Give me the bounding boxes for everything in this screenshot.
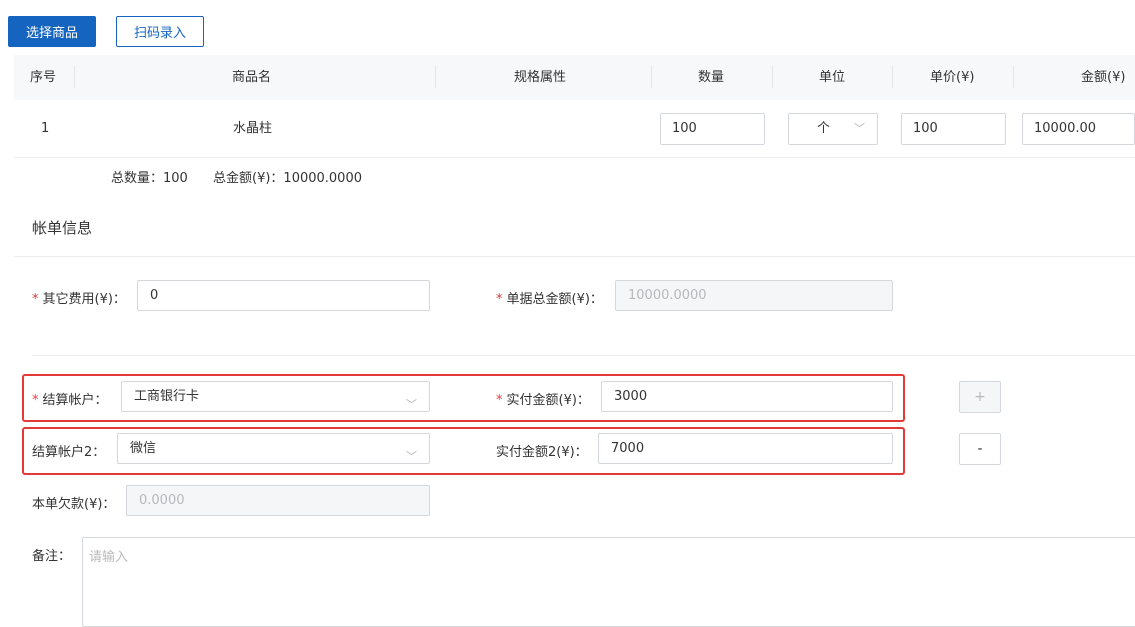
column-divider <box>892 66 893 88</box>
header-spec: 规格属性 <box>514 70 567 85</box>
account1-value: 工商银行卡 <box>134 389 200 404</box>
row-qty-input[interactable]: 100 <box>660 113 765 145</box>
account1-select[interactable]: 工商银行卡 ﹀ <box>121 381 430 412</box>
remark-textarea[interactable]: 请输入 <box>82 537 1135 627</box>
row-price-input[interactable]: 100 <box>901 113 1006 145</box>
add-account-button[interactable]: + <box>959 381 1001 413</box>
select-goods-button[interactable]: 选择商品 <box>8 16 96 47</box>
account2-select[interactable]: 微信 ﹀ <box>117 433 430 464</box>
account1-label: * 结算帐户： <box>32 389 108 408</box>
account1-label-text: 结算帐户： <box>42 393 108 408</box>
doc-total-label: * 单据总金额(¥)： <box>496 288 603 307</box>
header-index: 序号 <box>30 70 57 85</box>
total-amount-value: 10000.0000 <box>283 171 362 186</box>
required-mark: * <box>496 292 503 307</box>
doc-total-input: 10000.0000 <box>615 280 893 311</box>
row-unit-value: 个 <box>817 121 831 136</box>
debt-label: 本单欠款(¥)： <box>32 497 116 512</box>
total-qty: 总数量：100 <box>111 167 188 186</box>
other-fee-label: * 其它费用(¥)： <box>32 288 126 307</box>
table-row: 1 水晶柱 100 个 ﹀ 100 10000.00 <box>14 101 1135 158</box>
remark-label: 备注： <box>32 549 72 564</box>
total-amount: 总金额(¥)：10000.0000 <box>213 167 362 186</box>
form-divider <box>32 355 1135 356</box>
paid2-input[interactable]: 7000 <box>598 433 893 464</box>
debt-input: 0.0000 <box>126 485 430 516</box>
scan-entry-button[interactable]: 扫码录入 <box>116 16 204 47</box>
paid1-input[interactable]: 3000 <box>601 381 893 412</box>
account2-label: 结算帐户2： <box>32 445 106 460</box>
header-qty: 数量 <box>698 70 725 85</box>
paid1-label: * 实付金额(¥)： <box>496 389 590 408</box>
row-unit-select[interactable]: 个 ﹀ <box>788 113 878 145</box>
required-mark: * <box>496 393 503 408</box>
chevron-down-icon: ﹀ <box>406 450 417 463</box>
account2-value: 微信 <box>130 441 157 456</box>
total-amount-label: 总金额(¥)： <box>213 171 284 186</box>
remark-placeholder: 请输入 <box>89 550 129 565</box>
total-qty-label: 总数量： <box>111 171 164 186</box>
column-divider <box>1013 66 1014 88</box>
total-qty-value: 100 <box>163 171 188 186</box>
doc-total-label-text: 单据总金额(¥)： <box>506 292 603 307</box>
required-mark: * <box>32 292 39 307</box>
section-divider <box>14 256 1135 257</box>
table-header: 序号 商品名 规格属性 数量 单位 单价(¥) 金额(¥) <box>14 55 1135 100</box>
chevron-down-icon: ﹀ <box>854 122 865 135</box>
required-mark: * <box>32 393 39 408</box>
paid1-label-text: 实付金额(¥)： <box>506 393 590 408</box>
header-name: 商品名 <box>232 70 272 85</box>
paid2-label: 实付金额2(¥)： <box>496 445 588 460</box>
column-divider <box>772 66 773 88</box>
column-divider <box>435 66 436 88</box>
bill-section-title: 帐单信息 <box>32 219 93 237</box>
column-divider <box>651 66 652 88</box>
other-fee-label-text: 其它费用(¥)： <box>42 292 126 307</box>
row-index: 1 <box>41 121 50 136</box>
row-product-name: 水晶柱 <box>233 121 273 136</box>
remove-account-button[interactable]: - <box>959 433 1001 465</box>
header-price: 单价(¥) <box>930 70 975 85</box>
header-amount: 金额(¥) <box>1081 70 1126 85</box>
other-fee-input[interactable]: 0 <box>137 280 430 311</box>
column-divider <box>74 66 75 88</box>
header-unit: 单位 <box>819 70 846 85</box>
row-amount-input[interactable]: 10000.00 <box>1022 113 1135 145</box>
chevron-down-icon: ﹀ <box>406 398 417 411</box>
